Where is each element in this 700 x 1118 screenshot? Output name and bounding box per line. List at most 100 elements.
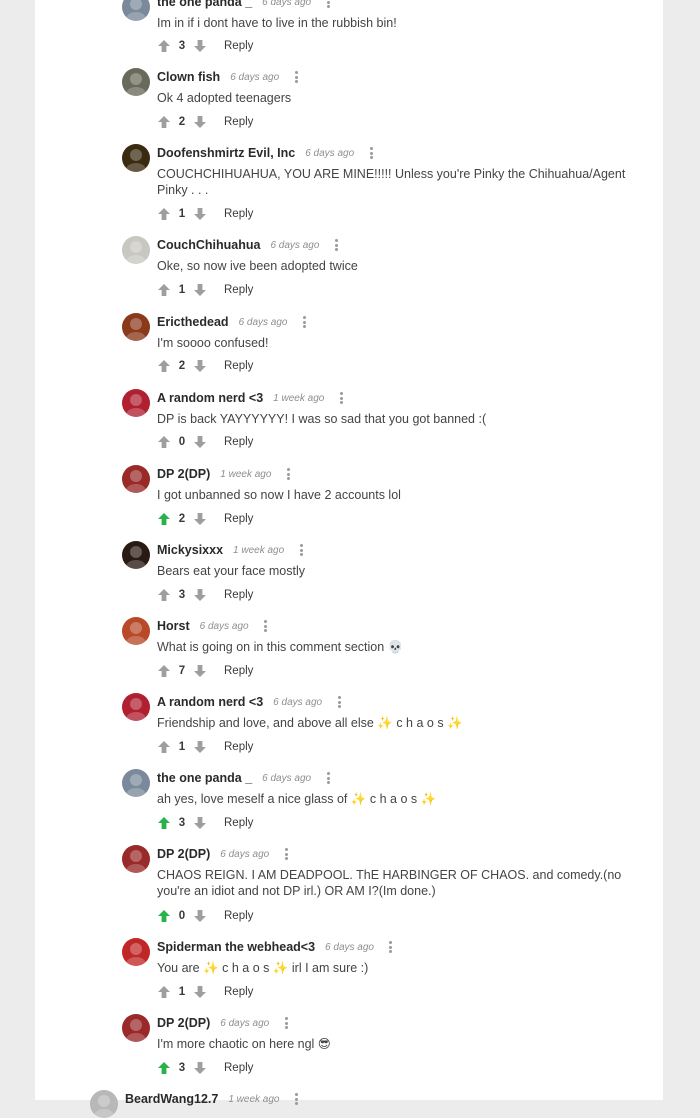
reply-button[interactable]: Reply [224,817,253,829]
more-options-icon[interactable] [323,0,333,9]
avatar[interactable] [122,144,150,172]
reply-button[interactable]: Reply [224,910,253,922]
avatar[interactable] [122,617,150,645]
upvote-icon[interactable] [157,1061,171,1075]
downvote-icon[interactable] [193,435,207,449]
comment-author[interactable]: DP 2(DP) [157,467,210,481]
comment-timestamp: 6 days ago [238,316,288,328]
comment-header: DP 2(DP) 1 week ago [157,467,293,481]
comment-author[interactable]: A random nerd <3 [157,695,263,709]
comment-timestamp: 6 days ago [220,848,270,860]
comment-author[interactable]: Mickysixxx [157,543,223,557]
comment-timestamp: 6 days ago [270,239,320,251]
upvote-icon[interactable] [157,588,171,602]
downvote-icon[interactable] [193,39,207,53]
comment-author[interactable]: DP 2(DP) [157,847,210,861]
comment-timestamp: 1 week ago [228,1093,280,1105]
upvote-icon[interactable] [157,435,171,449]
reply-button[interactable]: Reply [224,40,253,52]
avatar[interactable] [122,541,150,569]
more-options-icon[interactable] [366,146,376,160]
reply-button[interactable]: Reply [224,116,253,128]
downvote-icon[interactable] [193,985,207,999]
comment-text: Friendship and love, and above all else … [157,716,463,730]
downvote-icon[interactable] [193,283,207,297]
upvote-icon[interactable] [157,985,171,999]
reply-button[interactable]: Reply [224,436,253,448]
downvote-icon[interactable] [193,359,207,373]
comment-author[interactable]: DP 2(DP) [157,1016,210,1030]
more-options-icon[interactable] [291,70,301,84]
vote-count: 3 [178,817,186,829]
downvote-icon[interactable] [193,588,207,602]
comment-author[interactable]: BeardWang12.7 [125,1092,218,1106]
vote-count: 3 [178,1062,186,1074]
more-options-icon[interactable] [334,695,344,709]
avatar[interactable] [122,236,150,264]
avatar[interactable] [90,1090,118,1118]
upvote-icon[interactable] [157,39,171,53]
avatar[interactable] [122,769,150,797]
upvote-icon[interactable] [157,909,171,923]
avatar[interactable] [122,465,150,493]
downvote-icon[interactable] [193,115,207,129]
comment-actions: 3 Reply [157,38,253,54]
downvote-icon[interactable] [193,909,207,923]
reply-button[interactable]: Reply [224,589,253,601]
reply-button[interactable]: Reply [224,665,253,677]
avatar[interactable] [122,1014,150,1042]
reply-button[interactable]: Reply [224,208,253,220]
reply-button[interactable]: Reply [224,513,253,525]
downvote-icon[interactable] [193,512,207,526]
comment-author[interactable]: Ericthedead [157,315,229,329]
downvote-icon[interactable] [193,816,207,830]
avatar[interactable] [122,68,150,96]
comment-author[interactable]: Doofenshmirtz Evil, Inc [157,146,295,160]
more-options-icon[interactable] [300,315,310,329]
reply-button[interactable]: Reply [224,1062,253,1074]
reply-button[interactable]: Reply [224,741,253,753]
more-options-icon[interactable] [291,1092,301,1106]
upvote-icon[interactable] [157,816,171,830]
more-options-icon[interactable] [281,847,291,861]
downvote-icon[interactable] [193,664,207,678]
upvote-icon[interactable] [157,115,171,129]
avatar[interactable] [122,845,150,873]
avatar[interactable] [122,693,150,721]
comment-text: What is going on in this comment section… [157,640,404,654]
comment-author[interactable]: the one panda _ [157,771,252,785]
reply-button[interactable]: Reply [224,284,253,296]
reply-button[interactable]: Reply [224,360,253,372]
more-options-icon[interactable] [296,543,306,557]
comment-author[interactable]: Horst [157,619,190,633]
avatar[interactable] [122,313,150,341]
more-options-icon[interactable] [331,238,341,252]
comment-author[interactable]: A random nerd <3 [157,391,263,405]
more-options-icon[interactable] [261,619,271,633]
more-options-icon[interactable] [336,391,346,405]
vote-count: 1 [178,208,186,220]
comment-author[interactable]: Spiderman the webhead<3 [157,940,315,954]
more-options-icon[interactable] [386,940,396,954]
upvote-icon[interactable] [157,207,171,221]
downvote-icon[interactable] [193,1061,207,1075]
vote-count: 3 [178,589,186,601]
comment-header: A random nerd <3 6 days ago [157,695,344,709]
comment-author[interactable]: the one panda _ [157,0,252,9]
upvote-icon[interactable] [157,359,171,373]
more-options-icon[interactable] [283,467,293,481]
upvote-icon[interactable] [157,283,171,297]
comment-header: BeardWang12.7 1 week ago [125,1092,301,1106]
comment-author[interactable]: CouchChihuahua [157,238,260,252]
upvote-icon[interactable] [157,664,171,678]
more-options-icon[interactable] [281,1016,291,1030]
avatar[interactable] [122,938,150,966]
upvote-icon[interactable] [157,512,171,526]
downvote-icon[interactable] [193,740,207,754]
avatar[interactable] [122,389,150,417]
downvote-icon[interactable] [193,207,207,221]
reply-button[interactable]: Reply [224,986,253,998]
more-options-icon[interactable] [323,771,333,785]
upvote-icon[interactable] [157,740,171,754]
comment-author[interactable]: Clown fish [157,70,220,84]
